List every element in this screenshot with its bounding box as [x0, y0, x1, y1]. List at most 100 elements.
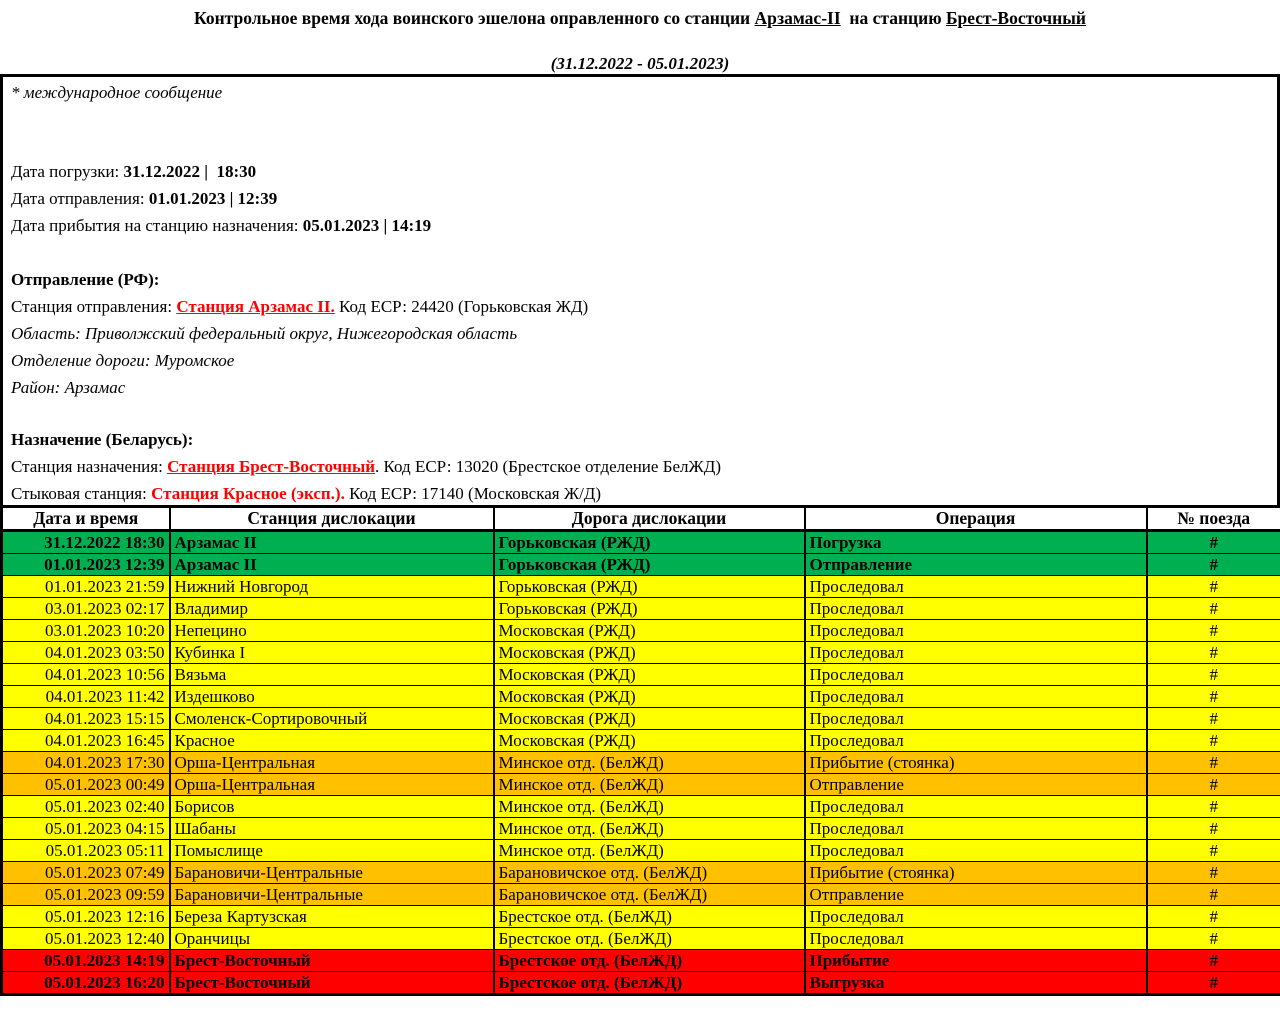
cell-train-number: # — [1147, 620, 1280, 642]
table-row: 04.01.2023 03:50Кубинка IМосковская (РЖД… — [2, 642, 1280, 664]
destination-section: Назначение (Беларусь): Станция назначени… — [11, 426, 1269, 505]
document-page: Контрольное время хода воинского эшелона… — [0, 0, 1280, 1014]
date-range-subtitle: (31.12.2022 - 05.01.2023) — [0, 54, 1280, 74]
cell-datetime: 05.01.2023 14:19 — [2, 950, 170, 972]
cell-station: Красное — [170, 730, 494, 752]
table-row: 05.01.2023 14:19Брест-ВосточныйБрестское… — [2, 950, 1280, 972]
table-row: 05.01.2023 12:16Береза КартузскаяБрестск… — [2, 906, 1280, 928]
table-row: 05.01.2023 04:15ШабаныМинское отд. (БелЖ… — [2, 818, 1280, 840]
destination-heading: Назначение (Беларусь): — [11, 426, 1269, 453]
cell-datetime: 04.01.2023 10:56 — [2, 664, 170, 686]
cell-datetime: 04.01.2023 17:30 — [2, 752, 170, 774]
table-row: 01.01.2023 12:39Арзамас IIГорьковская (Р… — [2, 554, 1280, 576]
junction-station-line: Стыковая станция: Станция Красное (эксп.… — [11, 480, 1269, 505]
departure-station-line: Станция отправления: Станция Арзамас II.… — [11, 293, 1269, 320]
summary-block: Дата погрузки: 31.12.2022 | 18:30 Дата о… — [11, 158, 1269, 239]
cell-datetime: 01.01.2023 21:59 — [2, 576, 170, 598]
destination-station-line: Станция назначения: Станция Брест-Восточ… — [11, 453, 1269, 480]
cell-station: Орша-Центральная — [170, 752, 494, 774]
cell-operation: Проследовал — [805, 906, 1147, 928]
arrival-date-line: Дата прибытия на станцию назначения: 05.… — [11, 212, 1269, 239]
cell-operation: Прибытие (стоянка) — [805, 752, 1147, 774]
cell-road: Минское отд. (БелЖД) — [494, 774, 805, 796]
cell-train-number: # — [1147, 642, 1280, 664]
cell-station: Барановичи-Центральные — [170, 862, 494, 884]
cell-train-number: # — [1147, 950, 1280, 972]
departure-heading: Отправление (РФ): — [11, 266, 1269, 293]
table-row: 04.01.2023 11:42ИздешковоМосковская (РЖД… — [2, 686, 1280, 708]
cell-operation: Проследовал — [805, 708, 1147, 730]
header-station: Станция дислокации — [170, 507, 494, 531]
destination-station-rest: . Код ЕСР: 13020 (Брестское отделение Бе… — [375, 457, 721, 476]
departure-date-label: Дата отправления: — [11, 189, 149, 208]
cell-datetime: 04.01.2023 03:50 — [2, 642, 170, 664]
cell-station: Вязьма — [170, 664, 494, 686]
cell-road: Минское отд. (БелЖД) — [494, 840, 805, 862]
cell-operation: Отправление — [805, 774, 1147, 796]
cell-datetime: 04.01.2023 15:15 — [2, 708, 170, 730]
table-row: 05.01.2023 00:49Орша-ЦентральнаяМинское … — [2, 774, 1280, 796]
loading-date-label: Дата погрузки: — [11, 162, 124, 181]
cell-station: Помыслище — [170, 840, 494, 862]
cell-operation: Проследовал — [805, 642, 1147, 664]
departure-division-line: Отделение дороги: Муромское — [11, 347, 1269, 374]
cell-datetime: 05.01.2023 09:59 — [2, 884, 170, 906]
cell-datetime: 03.01.2023 10:20 — [2, 620, 170, 642]
cell-train-number: # — [1147, 972, 1280, 995]
destination-station-label: Станция назначения: — [11, 457, 167, 476]
cell-road: Московская (РЖД) — [494, 708, 805, 730]
departure-station-label: Станция отправления: — [11, 297, 176, 316]
cell-station: Владимир — [170, 598, 494, 620]
cell-operation: Проследовал — [805, 928, 1147, 950]
cell-datetime: 05.01.2023 12:40 — [2, 928, 170, 950]
cell-station: Брест-Восточный — [170, 950, 494, 972]
cell-operation: Проследовал — [805, 576, 1147, 598]
cell-station: Барановичи-Центральные — [170, 884, 494, 906]
departure-district-line: Район: Арзамас — [11, 374, 1269, 401]
cell-road: Брестское отд. (БелЖД) — [494, 906, 805, 928]
cell-station: Арзамас II — [170, 554, 494, 576]
title-destination-station: Брест-Восточный — [946, 8, 1086, 28]
junction-station-name: Станция Красное (эксп.). — [151, 484, 345, 503]
cell-train-number: # — [1147, 686, 1280, 708]
cell-station: Береза Картузская — [170, 906, 494, 928]
cell-operation: Проследовал — [805, 818, 1147, 840]
cell-train-number: # — [1147, 906, 1280, 928]
junction-station-rest: Код ЕСР: 17140 (Московская Ж/Д) — [345, 484, 601, 503]
cell-station: Кубинка I — [170, 642, 494, 664]
cell-operation: Проследовал — [805, 598, 1147, 620]
cell-train-number: # — [1147, 752, 1280, 774]
cell-road: Минское отд. (БелЖД) — [494, 796, 805, 818]
junction-station-label: Стыковая станция: — [11, 484, 151, 503]
route-table: Дата и время Станция дислокации Дорога д… — [0, 505, 1280, 996]
cell-road: Горьковская (РЖД) — [494, 598, 805, 620]
cell-datetime: 05.01.2023 16:20 — [2, 972, 170, 995]
cell-datetime: 05.01.2023 12:16 — [2, 906, 170, 928]
cell-road: Горьковская (РЖД) — [494, 576, 805, 598]
cell-train-number: # — [1147, 664, 1280, 686]
departure-date-value: 01.01.2023 | 12:39 — [149, 189, 277, 208]
cell-road: Московская (РЖД) — [494, 642, 805, 664]
international-note: * международное сообщение — [11, 81, 1269, 105]
cell-datetime: 05.01.2023 04:15 — [2, 818, 170, 840]
cell-operation: Прибытие (стоянка) — [805, 862, 1147, 884]
departure-station-rest: Код ЕСР: 24420 (Горьковская ЖД) — [335, 297, 588, 316]
cell-train-number: # — [1147, 818, 1280, 840]
cell-road: Барановичское отд. (БелЖД) — [494, 884, 805, 906]
cell-station: Смоленск-Сортировочный — [170, 708, 494, 730]
departure-date-line: Дата отправления: 01.01.2023 | 12:39 — [11, 185, 1269, 212]
table-row: 05.01.2023 05:11ПомыслищеМинское отд. (Б… — [2, 840, 1280, 862]
table-header-row: Дата и время Станция дислокации Дорога д… — [2, 507, 1280, 531]
table-row: 04.01.2023 10:56ВязьмаМосковская (РЖД)Пр… — [2, 664, 1280, 686]
table-row: 05.01.2023 16:20Брест-ВосточныйБрестское… — [2, 972, 1280, 995]
cell-datetime: 31.12.2022 18:30 — [2, 531, 170, 554]
route-table-head: Дата и время Станция дислокации Дорога д… — [2, 507, 1280, 531]
cell-road: Брестское отд. (БелЖД) — [494, 950, 805, 972]
cell-operation: Отправление — [805, 884, 1147, 906]
header-datetime: Дата и время — [2, 507, 170, 531]
title-middle: на станцию — [841, 8, 946, 28]
cell-train-number: # — [1147, 554, 1280, 576]
table-row: 05.01.2023 09:59Барановичи-ЦентральныеБа… — [2, 884, 1280, 906]
cell-station: Издешково — [170, 686, 494, 708]
cell-road: Горьковская (РЖД) — [494, 554, 805, 576]
